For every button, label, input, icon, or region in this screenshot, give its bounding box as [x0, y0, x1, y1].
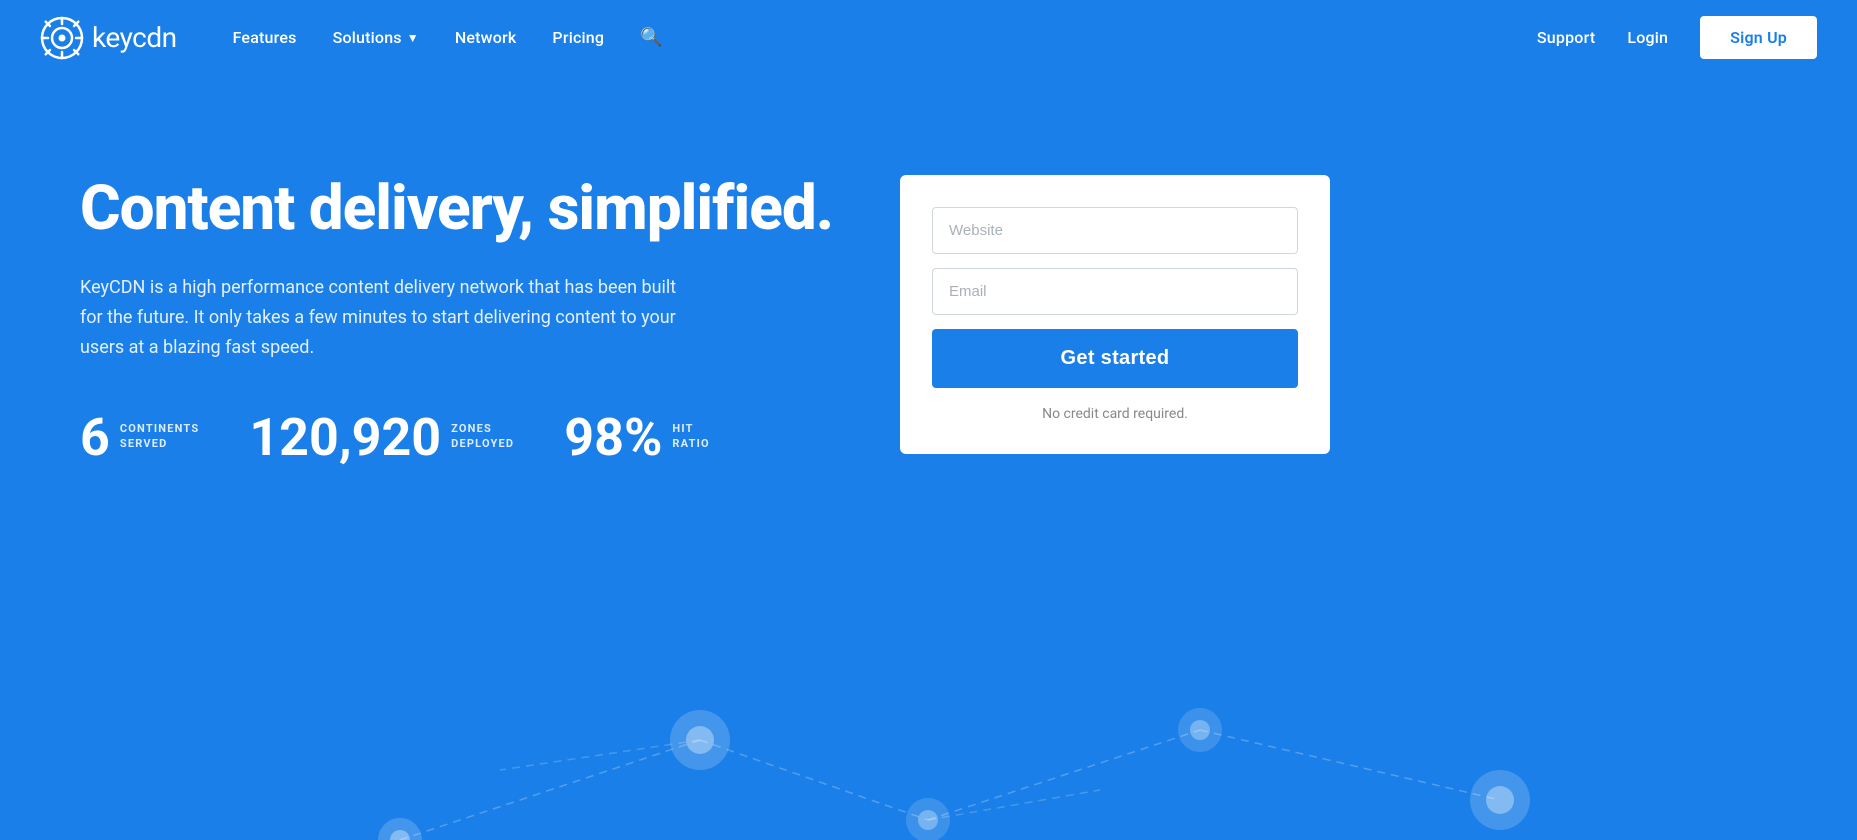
network-background — [0, 640, 1857, 840]
chevron-down-icon: ▼ — [407, 31, 419, 45]
hero-section: Content delivery, simplified. KeyCDN is … — [0, 75, 1857, 840]
nav-left: keycdn Features Solutions ▼ Network Pric… — [40, 16, 1537, 60]
logo-text: keycdn — [92, 21, 177, 54]
login-link[interactable]: Login — [1627, 28, 1668, 47]
network-svg — [0, 640, 1857, 840]
signup-card: Get started No credit card required. — [900, 175, 1330, 454]
website-input[interactable] — [932, 207, 1298, 254]
no-credit-text: No credit card required. — [932, 406, 1298, 422]
nav-solutions-link[interactable]: Solutions ▼ — [333, 28, 419, 47]
nav-features-link[interactable]: Features — [233, 28, 297, 47]
logo-icon — [40, 16, 84, 60]
support-link[interactable]: Support — [1537, 28, 1595, 47]
nav-right: Support Login Sign Up — [1537, 16, 1817, 59]
email-input[interactable] — [932, 268, 1298, 315]
stat-continents-label: CONTINENTS SERVED — [120, 412, 199, 451]
stat-zones-label: ZONES DEPLOYED — [451, 412, 514, 451]
navbar: keycdn Features Solutions ▼ Network Pric… — [0, 0, 1857, 75]
hero-title: Content delivery, simplified. — [80, 175, 840, 243]
stats-section: 6 CONTINENTS SERVED 120,920 ZONES DEPLOY… — [80, 412, 840, 464]
stat-hit-ratio-number: 98% — [564, 412, 662, 464]
stat-zones-number: 120,920 — [249, 412, 441, 464]
stat-hit-ratio-label: HIT RATIO — [672, 412, 709, 451]
stat-hit-ratio: 98% HIT RATIO — [564, 412, 710, 464]
search-icon[interactable]: 🔍 — [640, 27, 662, 48]
logo-link[interactable]: keycdn — [40, 16, 177, 60]
nav-network-link[interactable]: Network — [455, 28, 517, 47]
nav-pricing-link[interactable]: Pricing — [552, 28, 604, 47]
stat-zones: 120,920 ZONES DEPLOYED — [249, 412, 514, 464]
get-started-button[interactable]: Get started — [932, 329, 1298, 388]
hero-left: Content delivery, simplified. KeyCDN is … — [80, 155, 840, 464]
signup-button[interactable]: Sign Up — [1700, 16, 1817, 59]
stat-continents-number: 6 — [80, 412, 110, 464]
hero-description: KeyCDN is a high performance content del… — [80, 273, 700, 362]
stat-continents: 6 CONTINENTS SERVED — [80, 412, 199, 464]
